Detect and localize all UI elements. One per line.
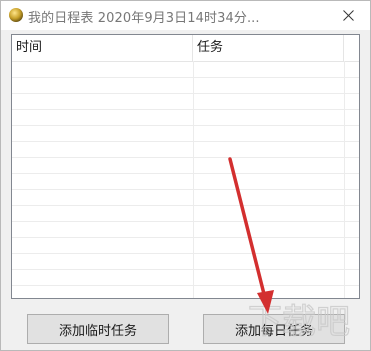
grid-line bbox=[12, 285, 359, 286]
grid-line bbox=[12, 109, 359, 110]
grid-line bbox=[12, 189, 359, 190]
grid-column-line bbox=[344, 61, 345, 298]
grid-column-line bbox=[193, 61, 194, 298]
grid-line bbox=[12, 157, 359, 158]
add-daily-task-button[interactable]: 添加每日任务 bbox=[203, 314, 345, 344]
grid-line bbox=[12, 253, 359, 254]
schedule-list[interactable]: 时间 任务 bbox=[11, 34, 360, 299]
grid-line bbox=[12, 269, 359, 270]
grid-line bbox=[12, 173, 359, 174]
window-title: 我的日程表 2020年9月3日14时34分... bbox=[28, 11, 260, 26]
grid-line bbox=[12, 77, 359, 78]
column-header-time[interactable]: 时间 bbox=[12, 35, 193, 61]
grid-line bbox=[12, 125, 359, 126]
add-temporary-task-button[interactable]: 添加临时任务 bbox=[27, 314, 169, 344]
app-window: 我的日程表 2020年9月3日14时34分... 时间 任务 添加临时任务 添加… bbox=[0, 0, 371, 351]
close-button[interactable] bbox=[326, 1, 370, 30]
title-bar[interactable]: 我的日程表 2020年9月3日14时34分... bbox=[1, 1, 370, 30]
column-header-task[interactable]: 任务 bbox=[193, 35, 344, 61]
grid-line bbox=[12, 221, 359, 222]
grid-line bbox=[12, 141, 359, 142]
grid-line bbox=[12, 205, 359, 206]
list-header: 时间 任务 bbox=[12, 35, 359, 62]
app-globe-icon bbox=[9, 8, 23, 22]
grid-line bbox=[12, 237, 359, 238]
grid-line bbox=[12, 93, 359, 94]
close-icon bbox=[342, 10, 354, 21]
